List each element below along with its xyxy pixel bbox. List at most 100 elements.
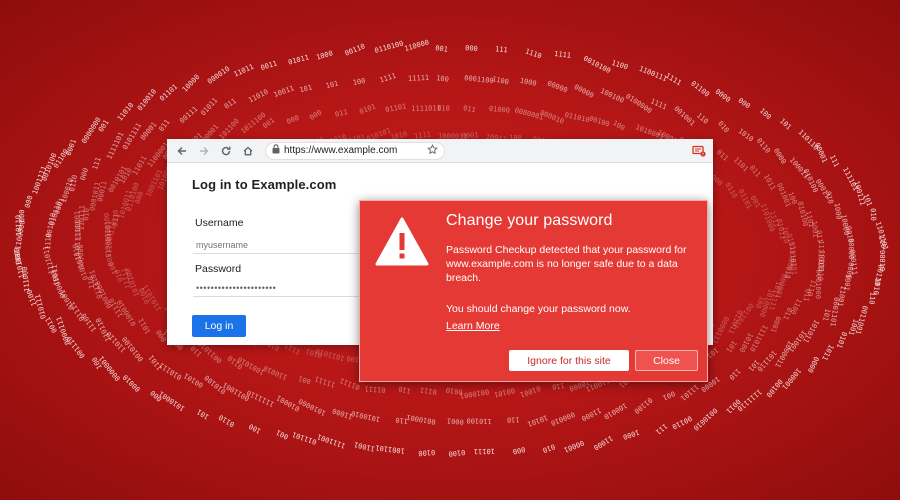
- svg-text:000: 000: [308, 108, 323, 121]
- svg-text:0010100: 0010100: [582, 54, 612, 75]
- svg-text:011: 011: [223, 97, 238, 111]
- svg-text:000010: 000010: [550, 410, 576, 427]
- svg-text:011: 011: [748, 164, 762, 179]
- svg-text:00001: 00001: [139, 121, 159, 142]
- svg-text:00111: 00111: [178, 105, 199, 125]
- ignore-for-site-button[interactable]: Ignore for this site: [509, 350, 629, 371]
- svg-text:010: 010: [869, 208, 878, 221]
- svg-text:0001: 0001: [65, 138, 78, 157]
- svg-text:101: 101: [821, 308, 832, 322]
- svg-text:000: 000: [79, 167, 90, 181]
- svg-text:0010: 0010: [445, 386, 463, 396]
- dialog-advice: You should change your password now.: [446, 303, 631, 315]
- svg-text:110: 110: [507, 415, 520, 423]
- extension-icon[interactable]: [691, 143, 707, 159]
- svg-text:0010010: 0010010: [692, 406, 719, 432]
- svg-text:11010: 11010: [116, 101, 136, 122]
- svg-text:001: 001: [298, 374, 312, 385]
- svg-text:0000: 0000: [772, 147, 788, 166]
- svg-text:0101: 0101: [358, 103, 377, 116]
- username-field[interactable]: [193, 236, 363, 254]
- svg-text:0100: 0100: [418, 448, 435, 457]
- svg-text:100001: 100001: [780, 366, 802, 391]
- svg-text:011101: 011101: [291, 430, 318, 446]
- svg-text:1111: 1111: [379, 72, 397, 85]
- home-icon[interactable]: [239, 142, 257, 160]
- dialog-title: Change your password: [446, 212, 613, 229]
- svg-text:00000: 00000: [847, 238, 855, 259]
- svg-text:100010: 100010: [602, 401, 628, 421]
- svg-text:000: 000: [286, 114, 301, 126]
- svg-text:111: 111: [654, 422, 669, 436]
- back-arrow-icon[interactable]: [173, 142, 191, 160]
- svg-text:01011: 01011: [199, 96, 219, 117]
- svg-text:001: 001: [661, 389, 676, 402]
- svg-text:1110: 1110: [524, 47, 543, 60]
- svg-text:011: 011: [334, 108, 348, 119]
- svg-text:1100111: 1100111: [638, 65, 668, 84]
- svg-text:0110: 0110: [755, 137, 772, 155]
- svg-text:110: 110: [551, 381, 565, 391]
- svg-text:0101: 0101: [835, 331, 849, 350]
- svg-text:00001: 00001: [813, 142, 829, 165]
- svg-text:101: 101: [724, 339, 738, 354]
- svg-text:110: 110: [398, 384, 412, 395]
- svg-text:11000: 11000: [592, 434, 614, 452]
- svg-text:0110: 0110: [68, 174, 79, 192]
- svg-text:111: 111: [91, 156, 103, 171]
- svg-text:00110: 00110: [344, 42, 367, 57]
- svg-text:110: 110: [395, 416, 408, 425]
- svg-text:110: 110: [877, 235, 887, 249]
- password-field[interactable]: [193, 279, 363, 297]
- svg-text:100: 100: [248, 422, 263, 435]
- svg-text:00110: 00110: [671, 414, 693, 431]
- svg-text:000010: 000010: [539, 109, 565, 126]
- dialog-message: Password Checkup detected that your pass…: [446, 244, 687, 284]
- svg-text:101: 101: [325, 80, 339, 91]
- svg-text:101: 101: [299, 84, 313, 95]
- svg-text:010: 010: [541, 442, 556, 454]
- svg-text:00100: 00100: [588, 114, 611, 128]
- svg-text:0111: 0111: [420, 386, 438, 396]
- svg-text:00000: 00000: [546, 79, 569, 94]
- svg-text:0100: 0100: [448, 448, 466, 458]
- browser-toolbar: https://www.example.com: [167, 139, 713, 163]
- svg-text:01001: 01001: [519, 384, 542, 399]
- svg-text:110: 110: [695, 111, 710, 125]
- login-button[interactable]: Log in: [192, 315, 246, 337]
- svg-text:011: 011: [781, 306, 793, 321]
- svg-text:0010001: 0010001: [406, 413, 436, 426]
- svg-text:000: 000: [24, 195, 35, 209]
- svg-text:00101: 00101: [183, 371, 205, 389]
- star-icon[interactable]: [427, 143, 438, 158]
- svg-text:1001101: 1001101: [375, 443, 405, 454]
- learn-more-link[interactable]: Learn More: [446, 320, 500, 332]
- svg-text:101: 101: [196, 407, 211, 420]
- close-button[interactable]: Close: [635, 350, 698, 371]
- svg-text:1000: 1000: [315, 49, 333, 61]
- svg-text:10000: 10000: [181, 73, 201, 94]
- svg-text:1010000: 1010000: [297, 397, 327, 417]
- password-label: Password: [195, 263, 242, 275]
- reload-icon[interactable]: [217, 142, 235, 160]
- svg-text:0001: 0001: [769, 315, 782, 334]
- svg-text:1010: 1010: [737, 127, 755, 143]
- svg-text:00000: 00000: [573, 83, 595, 100]
- username-label: Username: [195, 217, 244, 229]
- svg-text:111: 111: [495, 45, 508, 54]
- forward-arrow-icon[interactable]: [195, 142, 213, 160]
- svg-text:110: 110: [727, 367, 742, 382]
- svg-text:100100: 100100: [599, 87, 625, 105]
- svg-text:1111: 1111: [664, 72, 683, 88]
- svg-text:110000: 110000: [403, 38, 430, 53]
- address-bar[interactable]: https://www.example.com: [265, 141, 445, 160]
- svg-text:10011: 10011: [273, 84, 296, 99]
- svg-text:1100: 1100: [611, 59, 629, 72]
- svg-text:011: 011: [463, 104, 477, 114]
- svg-text:00001: 00001: [563, 438, 586, 453]
- svg-text:1111001: 1111001: [316, 432, 346, 449]
- svg-text:000010: 000010: [206, 65, 231, 86]
- svg-text:1011: 1011: [137, 317, 152, 336]
- svg-text:1010001: 1010001: [157, 389, 186, 412]
- svg-text:0000: 0000: [806, 355, 820, 374]
